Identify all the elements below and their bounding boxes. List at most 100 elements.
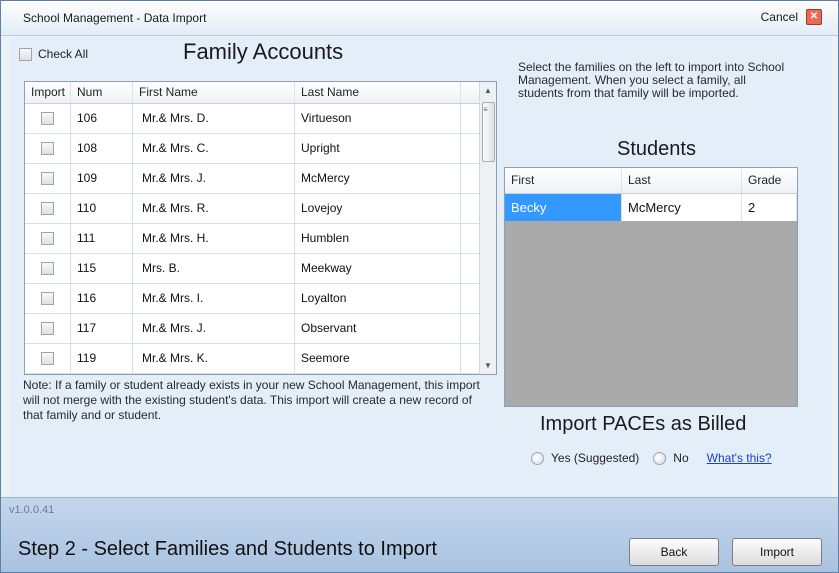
family-num[interactable]: 109 [71, 164, 133, 193]
column-header-last[interactable]: Last [622, 168, 742, 193]
family-first-name[interactable]: Mr.& Mrs. J. [133, 164, 295, 193]
column-header-grade[interactable]: Grade [742, 168, 797, 193]
scroll-grip-icon: ≡ [483, 105, 488, 114]
family-row[interactable]: 111 Mr.& Mrs. H. Humblen [25, 224, 479, 254]
family-num[interactable]: 119 [71, 344, 133, 373]
import-cell [25, 254, 71, 283]
students-table: First Last Grade Becky McMercy 2 [504, 167, 798, 407]
whats-this-link[interactable]: What's this? [707, 451, 772, 465]
check-all-checkbox[interactable] [19, 47, 32, 61]
students-heading: Students [617, 138, 696, 160]
family-num[interactable]: 108 [71, 134, 133, 163]
family-last-name[interactable]: Seemore [295, 344, 461, 373]
close-icon[interactable]: ✕ [806, 9, 822, 25]
column-header-num[interactable]: Num [71, 82, 133, 103]
family-row[interactable]: 119 Mr.& Mrs. K. Seemore [25, 344, 479, 374]
import-paces-heading: Import PACEs as Billed [540, 413, 747, 435]
step-title: Step 2 - Select Families and Students to… [18, 538, 438, 560]
cancel-control[interactable]: Cancel ✕ [761, 9, 822, 25]
title-bar: School Management - Data Import Cancel ✕ [1, 1, 838, 36]
import-paces-options: Yes (Suggested) No What's this? [531, 451, 772, 465]
yes-radio-label[interactable]: Yes (Suggested) [551, 451, 639, 465]
column-header-import[interactable]: Import [25, 82, 71, 103]
family-num[interactable]: 115 [71, 254, 133, 283]
student-grade[interactable]: 2 [742, 194, 797, 221]
check-all[interactable]: Check All [19, 47, 88, 61]
import-cell [25, 344, 71, 373]
cancel-label[interactable]: Cancel [761, 10, 798, 24]
column-header-first[interactable]: First [505, 168, 622, 193]
yes-radio[interactable] [531, 451, 544, 465]
import-checkbox[interactable] [41, 202, 54, 215]
family-row[interactable]: 106 Mr.& Mrs. D. Virtueson [25, 104, 479, 134]
student-row[interactable]: Becky McMercy 2 [505, 194, 797, 221]
family-last-name[interactable]: Virtueson [295, 104, 461, 133]
family-num[interactable]: 106 [71, 104, 133, 133]
data-import-window: School Management - Data Import Cancel ✕… [0, 0, 839, 573]
family-num[interactable]: 110 [71, 194, 133, 223]
family-last-name[interactable]: McMercy [295, 164, 461, 193]
import-checkbox[interactable] [41, 262, 54, 275]
import-cell [25, 314, 71, 343]
import-cell [25, 284, 71, 313]
import-checkbox[interactable] [41, 232, 54, 245]
family-row[interactable]: 115 Mrs. B. Meekway [25, 254, 479, 284]
family-last-name[interactable]: Upright [295, 134, 461, 163]
import-checkbox[interactable] [41, 172, 54, 185]
family-row[interactable]: 109 Mr.& Mrs. J. McMercy [25, 164, 479, 194]
import-checkbox[interactable] [41, 322, 54, 335]
family-row[interactable]: 110 Mr.& Mrs. R. Lovejoy [25, 194, 479, 224]
family-row[interactable]: 120Mr.& Mrs. E.Wentforth [25, 374, 479, 375]
family-first-name[interactable]: Mrs. B. [133, 254, 295, 283]
family-last-name[interactable]: Loyalton [295, 284, 461, 313]
family-row[interactable]: 117 Mr.& Mrs. J. Observant [25, 314, 479, 344]
window-title: School Management - Data Import [23, 11, 207, 25]
family-num[interactable]: 116 [71, 284, 133, 313]
import-cell [25, 224, 71, 253]
family-table-body: 106 Mr.& Mrs. D. Virtueson 108 Mr.& Mrs. C. U… [25, 104, 479, 375]
merge-note: Note: If a family or student already exi… [23, 378, 480, 422]
student-last[interactable]: McMercy [622, 194, 742, 221]
family-last-name[interactable]: Meekway [295, 254, 461, 283]
family-accounts-table: Import Num First Name Last Name 106 Mr.& … [24, 81, 497, 375]
family-first-name[interactable]: Mr.& Mrs. D. [133, 104, 295, 133]
import-cell [25, 104, 71, 133]
scroll-up-arrow-icon[interactable]: ▲ [484, 86, 492, 95]
family-accounts-heading: Family Accounts [183, 39, 344, 64]
scroll-down-arrow-icon[interactable]: ▼ [484, 361, 492, 370]
import-checkbox[interactable] [41, 352, 54, 365]
student-first[interactable]: Becky [505, 194, 622, 221]
family-first-name[interactable]: Mr.& Mrs. H. [133, 224, 295, 253]
family-first-name[interactable]: Mr.& Mrs. K. [133, 344, 295, 373]
back-button[interactable]: Back [629, 538, 719, 566]
column-header-first-name[interactable]: First Name [133, 82, 295, 103]
family-row[interactable]: 116 Mr.& Mrs. I. Loyalton [25, 284, 479, 314]
family-last-name[interactable]: Lovejoy [295, 194, 461, 223]
family-first-name[interactable]: Mr.& Mrs. E. [133, 374, 295, 375]
import-cell [25, 134, 71, 163]
import-checkbox[interactable] [41, 292, 54, 305]
family-first-name[interactable]: Mr.& Mrs. I. [133, 284, 295, 313]
family-first-name[interactable]: Mr.& Mrs. C. [133, 134, 295, 163]
family-row[interactable]: 108 Mr.& Mrs. C. Upright [25, 134, 479, 164]
no-radio-label[interactable]: No [673, 451, 688, 465]
selection-instructions: Select the families on the left to impor… [518, 60, 785, 100]
footer-bar: v1.0.0.41 Step 2 - Select Families and S… [1, 497, 838, 572]
family-first-name[interactable]: Mr.& Mrs. J. [133, 314, 295, 343]
check-all-label: Check All [38, 47, 89, 61]
family-table-scrollbar[interactable]: ▲ ≡ ▼ [479, 82, 496, 374]
import-cell [25, 374, 71, 375]
import-checkbox[interactable] [41, 142, 54, 155]
family-first-name[interactable]: Mr.& Mrs. R. [133, 194, 295, 223]
import-checkbox[interactable] [41, 112, 54, 125]
version-label: v1.0.0.41 [9, 504, 55, 516]
family-num[interactable]: 111 [71, 224, 133, 253]
no-radio[interactable] [653, 451, 667, 465]
family-last-name[interactable]: Humblen [295, 224, 461, 253]
family-last-name[interactable]: Wentforth [295, 374, 461, 375]
column-header-last-name[interactable]: Last Name [295, 82, 461, 103]
family-num[interactable]: 120 [71, 374, 133, 375]
family-last-name[interactable]: Observant [295, 314, 461, 343]
import-button[interactable]: Import [732, 538, 822, 566]
family-num[interactable]: 117 [71, 314, 133, 343]
